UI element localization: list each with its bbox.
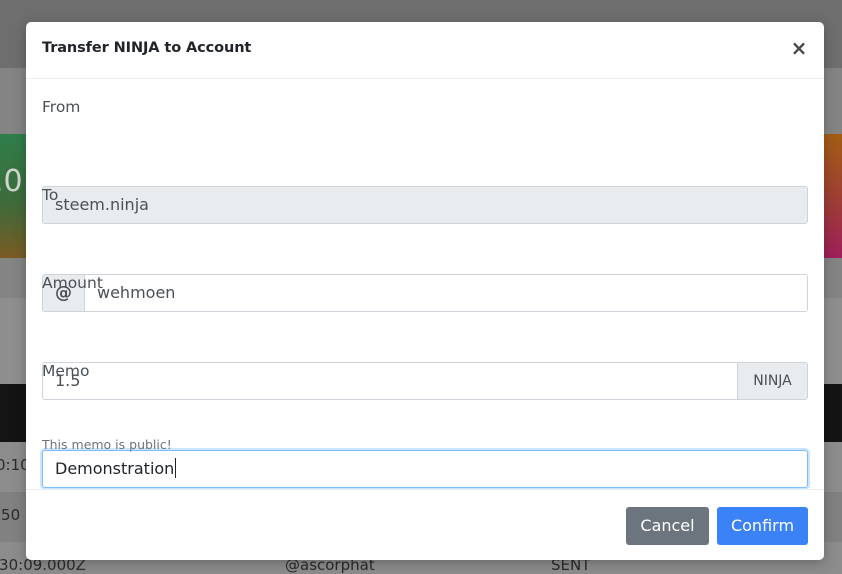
modal-header: Transfer NINJA to Account × xyxy=(26,22,824,79)
modal-title: Transfer NINJA to Account xyxy=(42,40,252,56)
memo-help-text: This memo is public! xyxy=(42,437,172,452)
memo-input-value: Demonstration xyxy=(55,459,175,478)
memo-label: Memo xyxy=(42,362,90,380)
close-icon[interactable]: × xyxy=(790,36,808,60)
background-stat-value: .0 xyxy=(0,164,23,199)
from-field: steem.ninja xyxy=(42,186,808,224)
memo-input[interactable]: Demonstration xyxy=(42,450,808,488)
transfer-modal: Transfer NINJA to Account × From steem.n… xyxy=(26,22,824,560)
amount-input[interactable]: 1.5 xyxy=(42,362,738,400)
amount-unit-addon: NINJA xyxy=(737,362,808,400)
row-time: :50 xyxy=(0,506,21,524)
modal-footer: Cancel Confirm xyxy=(26,489,824,560)
confirm-button[interactable]: Confirm xyxy=(717,507,808,545)
to-account-input[interactable]: wehmoen xyxy=(84,274,808,312)
from-label: From xyxy=(42,98,81,116)
text-cursor xyxy=(175,458,177,478)
amount-label: Amount xyxy=(42,274,103,292)
cancel-button[interactable]: Cancel xyxy=(626,507,709,545)
to-label: To xyxy=(42,186,59,204)
